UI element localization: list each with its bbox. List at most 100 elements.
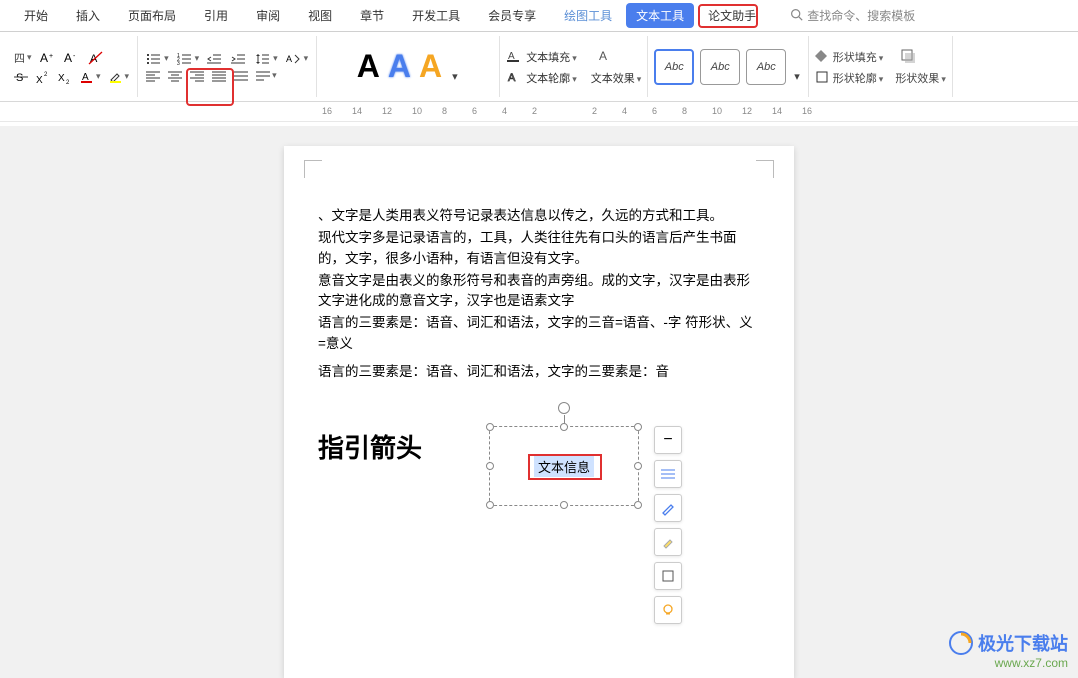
shape-format-group: 形状填充 形状轮廓 形状效果 [809,36,953,97]
align-left-icon[interactable] [144,68,162,84]
resize-handle[interactable] [634,462,642,470]
increase-indent-icon[interactable] [229,50,249,68]
tab-review[interactable]: 审阅 [242,1,294,30]
paragraph-group: 123 A [138,36,317,97]
bullets-icon[interactable] [144,50,171,68]
tab-thesis[interactable]: 论文助手 [694,1,770,30]
svg-text:2: 2 [44,72,48,78]
crop-icon[interactable] [654,562,682,590]
font-color-icon[interactable]: A [78,68,103,86]
ruler-mark: 8 [682,106,687,116]
resize-handle[interactable] [486,423,494,431]
line-spacing-icon[interactable] [253,50,280,68]
align-center-icon[interactable] [166,68,184,84]
text-direction-icon[interactable]: A [284,50,311,68]
subscript-icon[interactable]: X2 [56,68,74,86]
tab-bar: 开始 插入 页面布局 引用 审阅 视图 章节 开发工具 会员专享 绘图工具 文本… [0,0,1078,32]
format-dropdown[interactable]: 四 [12,48,34,68]
shape-effect-button[interactable]: 形状效果 [895,70,946,86]
svg-text:A: A [286,54,292,64]
ruler-mark: 2 [532,106,537,116]
paragraph[interactable]: 语言的三要素是：语音、词汇和语法，文字的三要素是：音 [318,362,760,382]
pen-icon[interactable] [654,494,682,522]
text-effect-button[interactable]: 文本效果 [591,70,642,86]
ruler-mark: 8 [442,106,447,116]
text-effect-group: A 文本填充 A A 文本轮廓 文本效果 [500,36,648,97]
tab-view[interactable]: 视图 [294,1,346,30]
font-increase-icon[interactable]: A+ [38,48,58,68]
numbering-icon[interactable]: 123 [175,50,202,68]
svg-text:-: - [73,53,76,60]
tab-layout[interactable]: 页面布局 [114,1,190,30]
watermark-logo-icon [948,630,974,656]
svg-text:A: A [599,49,607,63]
ruler: 16 14 12 10 8 6 4 2 2 4 6 8 10 12 14 16 [0,104,1078,122]
ruler-mark: 4 [622,106,627,116]
ruler-mark: 12 [382,106,392,116]
resize-handle[interactable] [634,423,642,431]
resize-handle[interactable] [560,501,568,509]
page-corner-tl [304,160,322,178]
align-justify-icon[interactable] [210,68,228,84]
textbox-selected[interactable]: 文本信息 [489,426,639,506]
highlight-icon[interactable] [107,68,132,86]
collapse-icon[interactable]: − [654,426,682,454]
ruler-mark: 16 [802,106,812,116]
ruler-mark: 10 [412,106,422,116]
wordart-style-1[interactable]: A [357,48,380,85]
watermark-logo-text: 极光下载站 [978,630,1068,656]
shape-style-2[interactable]: Abc [700,49,740,85]
resize-handle[interactable] [486,462,494,470]
ruler-mark: 6 [472,106,477,116]
tab-start[interactable]: 开始 [10,1,62,30]
shape-style-more-icon[interactable]: ▾ [792,68,802,85]
text-outline-icon: A [506,70,522,87]
ruler-mark: 16 [322,106,332,116]
layout-options-icon[interactable] [654,460,682,488]
text-fill-button[interactable]: 文本填充 [526,49,577,65]
search-placeholder: 查找命令、搜索模板 [807,7,915,24]
align-right-icon[interactable] [188,68,206,84]
resize-handle[interactable] [560,423,568,431]
search-box[interactable]: 查找命令、搜索模板 [790,7,915,24]
shape-fill-button[interactable]: 形状填充 [833,49,884,65]
tab-insert[interactable]: 插入 [62,1,114,30]
shape-style-1[interactable]: Abc [654,49,694,85]
tab-chapter[interactable]: 章节 [346,1,398,30]
wordart-style-3[interactable]: A [419,48,442,85]
text-transform-icon[interactable]: A [595,47,615,68]
idea-icon[interactable] [654,596,682,624]
svg-text:X: X [58,73,65,84]
wordart-more-icon[interactable]: ▾ [450,68,460,85]
text-outline-button[interactable]: 文本轮廓 [526,70,577,86]
shape-style-3[interactable]: Abc [746,49,786,85]
tab-developer[interactable]: 开发工具 [398,1,474,30]
paragraph[interactable]: 语言的三要素是：语音、词汇和语法，文字的三音=语音、-字 符形状、义=意义 [318,313,760,354]
align-distribute-icon[interactable] [232,68,250,84]
shape-outline-button[interactable]: 形状轮廓 [833,70,884,86]
body-text[interactable]: 、文字是人类用表义符号记录表达信息以传之，久远的方式和工具。 现代文字多是记录语… [318,206,760,382]
wordart-style-2[interactable]: A [388,48,411,85]
paragraph[interactable]: 现代文字多是记录语言的，工具，人类往往先有口头的语言后产生书面的，文字，很多小语… [318,228,760,269]
highlighter-icon[interactable] [654,528,682,556]
font-decrease-icon[interactable]: A- [62,48,82,68]
tab-drawing-tools[interactable]: 绘图工具 [550,1,626,30]
strikethrough-icon[interactable]: S [12,68,30,86]
tab-text-tools[interactable]: 文本工具 [626,3,694,28]
superscript-icon[interactable]: X2 [34,68,52,86]
page[interactable]: 、文字是人类用表义符号记录表达信息以传之，久远的方式和工具。 现代文字多是记录语… [284,146,794,678]
shape-effect-icon[interactable] [899,47,917,68]
align-more-icon[interactable] [254,68,279,84]
ruler-mark: 14 [352,106,362,116]
paragraph[interactable]: 意音文字是由表义的象形符号和表音的声旁组。成的文字，汉字是由表形文字进化成的意音… [318,271,760,312]
paragraph[interactable]: 、文字是人类用表义符号记录表达信息以传之，久远的方式和工具。 [318,206,760,226]
rotate-handle[interactable] [558,402,570,414]
resize-handle[interactable] [486,501,494,509]
clear-format-icon[interactable]: A [86,48,106,68]
shape-outline-icon [815,70,829,87]
tab-references[interactable]: 引用 [190,1,242,30]
decrease-indent-icon[interactable] [205,50,225,68]
resize-handle[interactable] [634,501,642,509]
page-corner-tr [756,160,774,178]
tab-member[interactable]: 会员专享 [474,1,550,30]
